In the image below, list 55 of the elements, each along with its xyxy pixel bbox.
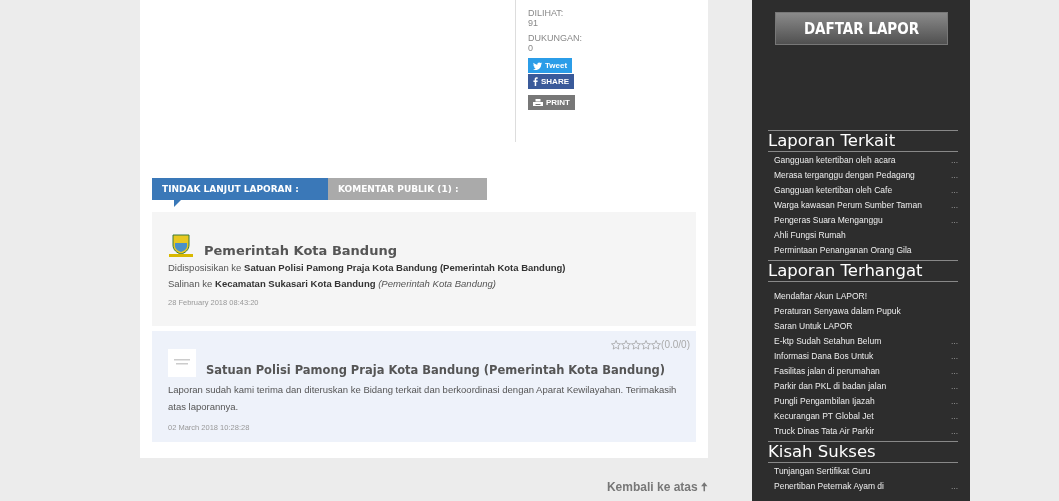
more-link[interactable]: ... (950, 424, 958, 439)
report-link[interactable]: Peraturan Senyawa dalam Pupuk (774, 304, 901, 319)
report-link[interactable]: Pungli Pengambilan Ijazah (774, 394, 875, 409)
report-link[interactable]: Penertiban Peternak Ayam di (774, 479, 884, 494)
more-link[interactable]: ... (950, 409, 958, 424)
register-button[interactable]: DAFTAR LAPOR (775, 12, 948, 45)
image-placeholder-icon (168, 349, 196, 377)
share-button[interactable]: SHARE (528, 74, 574, 89)
response-text: Laporan sudah kami terima dan diteruskan ke Bidang terkait dan berkoordinasi dengan Aparat Kewilayahan. Terimakasih atas laporannya. (168, 383, 678, 414)
report-link[interactable]: Kecurangan PT Global Jet (774, 409, 874, 424)
more-link[interactable]: ... (950, 153, 958, 168)
crest-icon (168, 232, 194, 258)
report-link[interactable]: Tunjangan Sertifikat Guru (774, 464, 871, 479)
bird-icon (533, 61, 542, 70)
more-link[interactable]: ... (950, 183, 958, 198)
report-link[interactable]: Pengeras Suara Menganggu (774, 213, 883, 228)
more-link[interactable]: ... (950, 349, 958, 364)
report-link[interactable]: Saran Untuk LAPOR (774, 319, 853, 334)
more-link[interactable]: ... (950, 198, 958, 213)
stat-label: DILIHAT: (528, 8, 564, 18)
printer-icon (533, 98, 543, 107)
report-link[interactable]: Ahli Fungsi Rumah (774, 228, 846, 243)
stat-value: 91 (528, 18, 539, 28)
tab[interactable]: TINDAK LANJUT LAPORAN : (152, 178, 328, 200)
report-link[interactable]: Mendaftar Akun LAPOR! (774, 289, 868, 304)
report-link[interactable]: Warga kawasan Perum Sumber Taman (774, 198, 922, 213)
more-link[interactable]: ... (950, 364, 958, 379)
response-text: Didisposisikan ke Satuan Polisi Pamong Praja Kota Bandung (Pemerintah Kota Bandung) (168, 261, 567, 274)
stat-label: DUKUNGAN: (528, 33, 582, 43)
author-name: Pemerintah Kota Bandung (204, 243, 397, 258)
stat-value: 0 (528, 43, 534, 53)
share-button[interactable]: PRINT (528, 95, 575, 110)
report-link[interactable]: Permintaan Penanganan Orang Gila (774, 243, 912, 258)
section-title: Kisah Sukses (768, 441, 958, 463)
more-link[interactable]: ... (950, 479, 958, 494)
letter-f-icon (533, 77, 538, 86)
report-link[interactable]: Truck Dinas Tata Air Parkir (774, 424, 875, 439)
more-link[interactable]: ... (950, 213, 958, 228)
more-link[interactable]: ... (950, 379, 958, 394)
report-link[interactable]: Gangguan ketertiban oleh acara (774, 153, 896, 168)
report-link[interactable]: Gangguan ketertiban oleh Cafe (774, 183, 893, 198)
section-title: Laporan Terkait (768, 130, 958, 152)
report-link[interactable]: Parkir dan PKL di badan jalan (774, 379, 887, 394)
more-link[interactable]: ... (950, 334, 958, 349)
more-link[interactable]: ... (950, 394, 958, 409)
more-link[interactable]: ... (950, 168, 958, 183)
report-link[interactable]: Fasilitas jalan di perumahan (774, 364, 880, 379)
response-text: Salinan ke Kecamatan Sukasari Kota Bandung (Pemerintah Kota Bandung) (168, 277, 497, 290)
author-name: Satuan Polisi Pamong Praja Kota Bandung (Pemerintah Kota Bandung) (206, 363, 666, 377)
report-link[interactable]: Merasa terganggu dengan Pedagang (774, 168, 915, 183)
rating-score: (0.0/0) (661, 339, 690, 350)
section-title: Laporan Terhangat (768, 260, 958, 282)
report-link[interactable]: E-ktp Sudah Setahun Belum (774, 334, 882, 349)
report-link[interactable]: Informasi Dana Bos Untuk (774, 349, 874, 364)
back-to-top-link[interactable]: Kembali ke atas 🠅 (606, 478, 708, 499)
